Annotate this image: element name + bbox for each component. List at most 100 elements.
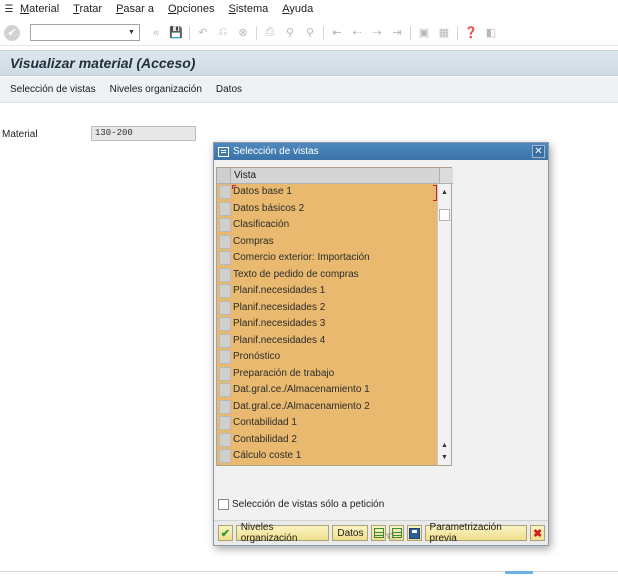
on-request-checkbox[interactable] [218,499,229,510]
scroll-up-icon[interactable]: ▲ [438,439,451,451]
row-selector[interactable] [219,449,231,463]
view-name: Compras [233,235,274,247]
help-icon[interactable]: ❓ [463,25,479,41]
cancel-icon[interactable]: ⊗ [235,25,251,41]
table-row[interactable]: Planif.necesidades 2 [217,300,439,317]
row-selector[interactable] [219,300,231,315]
find-next-icon[interactable]: ⚲ [302,25,318,41]
select-all-icon [373,528,384,538]
dialog-title-bar: Selección de vistas ✕ [214,143,548,160]
last-page-icon[interactable]: ⇥ [389,25,405,41]
select-all-cell[interactable] [217,168,231,183]
back-icon[interactable]: ↶ [195,25,211,41]
save-icon[interactable]: 💾 [168,25,184,41]
system-toolbar: ✔ ▼ « 💾 ↶ ⎌ ⊗ ⎙ ⚲ ⚲ ⇤ ⇠ ⇢ ⇥ ▣ ▦ ❓ ◧ [0,20,618,46]
layout-icon[interactable]: ◧ [483,25,499,41]
scrollbar-thumb[interactable] [439,209,450,221]
table-row[interactable]: Planif.necesidades 4 [217,333,439,350]
on-request-option: Selección de vistas sólo a petición [218,499,384,510]
command-input[interactable] [31,25,123,40]
table-row[interactable]: Datos base 1 [217,184,439,201]
save-default-button[interactable] [406,525,422,541]
close-icon[interactable]: ✕ [532,145,545,158]
row-selector[interactable] [219,399,231,414]
view-name: Texto de pedido de compras [233,268,359,280]
view-name: Preparación de trabajo [233,367,335,379]
sap-window: ☰ Material Tratar Pasar a Opciones Siste… [0,0,618,577]
system-menu-icon[interactable]: ☰ [2,3,16,15]
dialog-title: Selección de vistas [233,146,319,157]
scroll-up-icon[interactable]: ▲ [438,186,451,198]
table-row[interactable]: Contabilidad 2 [217,432,439,449]
data-dialog-button[interactable]: Datos [332,525,369,541]
view-name: Comercio exterior: Importación [233,252,370,263]
new-session-icon[interactable]: ▣ [416,25,432,41]
command-field[interactable]: ▼ [30,24,140,41]
find-icon[interactable]: ⚲ [282,25,298,41]
table-row[interactable]: Dat.gral.ce./Almacenamiento 2 [217,399,439,416]
row-selector[interactable] [219,366,231,381]
enter-icon[interactable]: ✔ [4,24,20,41]
material-field[interactable]: 130-200 [91,126,196,141]
table-row[interactable]: Cálculo coste 1 [217,448,439,465]
row-selector[interactable] [219,218,231,232]
row-selector[interactable] [219,350,231,364]
first-page-icon[interactable]: ⇤ [329,25,345,41]
vertical-scrollbar[interactable]: ▲ ▲ ▼ [437,184,451,465]
print-icon[interactable]: ⎙ [262,25,278,41]
save-icon [408,527,420,539]
row-selector[interactable] [219,333,231,348]
table-row[interactable]: Pronóstico [217,349,439,366]
row-selector[interactable] [219,185,231,199]
menu-opciones[interactable]: Opciones [168,3,214,15]
table-row[interactable]: Clasificación [217,217,439,234]
table-row[interactable]: Comercio exterior: Importación [217,250,439,267]
row-selector[interactable] [219,284,231,298]
table-row[interactable]: Planif.necesidades 1 [217,283,439,300]
chevron-down-icon[interactable]: ▼ [125,26,138,39]
org-levels-dialog-button[interactable]: Niveles organización [235,522,330,544]
row-selector[interactable] [219,267,231,282]
menu-sistema[interactable]: Sistema [228,3,268,15]
menu-ayuda[interactable]: Ayuda [282,3,313,15]
status-bar-indicator [505,571,533,574]
menu-pasar-a[interactable]: Pasar a [116,3,154,15]
views-table-rows: Datos base 1 Datos básicos 2 Clasificaci… [217,184,439,465]
table-settings-cell[interactable] [439,168,453,183]
org-levels-button[interactable]: Niveles organización [110,84,202,95]
scroll-down-icon[interactable]: ▼ [438,451,451,463]
double-chevron-icon: « [152,26,160,39]
row-selector[interactable] [219,201,231,216]
table-row[interactable]: Compras [217,234,439,251]
exit-icon[interactable]: ⎌ [215,25,231,41]
data-button[interactable]: Datos [216,84,242,95]
column-header-vista[interactable]: Vista [234,170,256,181]
checkmark-icon: ✔ [220,527,230,540]
view-name: Dat.gral.ce./Almacenamiento 1 [233,384,370,395]
row-selector[interactable] [219,234,231,249]
menu-material[interactable]: Material [20,3,59,15]
table-row[interactable]: Planif.necesidades 3 [217,316,439,333]
row-selector[interactable] [219,432,231,447]
row-selector[interactable] [219,416,231,430]
shortcut-icon[interactable]: ▦ [436,25,452,41]
table-row[interactable]: Preparación de trabajo [217,366,439,383]
table-row[interactable]: Dat.gral.ce./Almacenamiento 1 [217,382,439,399]
view-selection-button[interactable]: Selección de vistas [10,84,96,95]
page-title: Visualizar material (Acceso) [10,55,196,71]
continue-button[interactable]: ✔ [218,525,233,541]
row-selector[interactable] [219,251,231,265]
previous-page-icon[interactable]: ⇠ [349,25,365,41]
view-name: Contabilidad 1 [233,417,297,428]
next-page-icon[interactable]: ⇢ [369,25,385,41]
menu-tratar[interactable]: Tratar [73,3,102,15]
dialog-footer: ✔ Niveles organización Datos Parametriza… [214,520,548,545]
row-selector[interactable] [219,383,231,397]
table-row[interactable]: Texto de pedido de compras [217,267,439,284]
table-row[interactable]: Datos básicos 2 [217,201,439,218]
default-values-button[interactable]: Parametrización previa [424,522,528,544]
row-selector[interactable] [219,317,231,331]
title-bar: Visualizar material (Acceso) [0,50,618,76]
table-row[interactable]: Contabilidad 1 [217,415,439,432]
cancel-button[interactable]: ✖ [530,525,545,541]
